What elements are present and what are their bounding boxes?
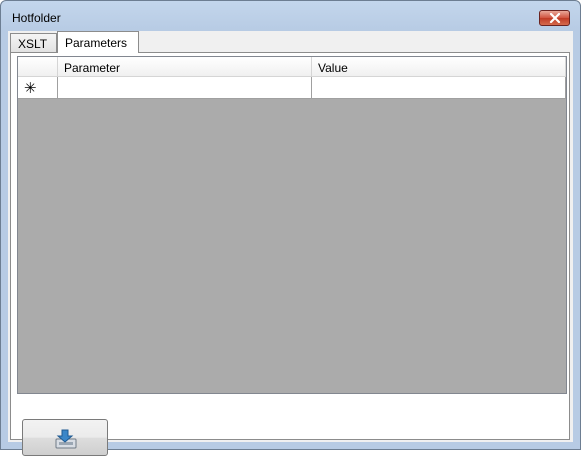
hotfolder-window: Hotfolder XSLT Parameters Parameter Valu… [0, 0, 581, 456]
new-row-header[interactable]: ✳ [18, 77, 58, 99]
import-button[interactable] [22, 419, 108, 456]
column-header-value[interactable]: Value [312, 57, 566, 77]
tab-xslt-label: XSLT [18, 37, 48, 51]
cell-value[interactable] [312, 77, 566, 99]
window-title: Hotfolder [12, 11, 61, 25]
cell-parameter[interactable] [58, 77, 312, 99]
import-icon [55, 429, 77, 449]
column-header-parameter-label: Parameter [64, 61, 121, 75]
parameters-grid[interactable]: Parameter Value ✳ [17, 56, 567, 394]
new-row-marker: ✳ [24, 80, 37, 97]
tab-parameters-label: Parameters [65, 36, 128, 50]
close-icon [549, 13, 561, 23]
tab-xslt[interactable]: XSLT [10, 33, 57, 52]
column-header-parameter[interactable]: Parameter [58, 57, 312, 77]
close-button[interactable] [539, 10, 570, 26]
title-bar[interactable]: Hotfolder [1, 1, 580, 31]
tab-parameters[interactable]: Parameters [57, 31, 139, 53]
column-header-value-label: Value [318, 61, 348, 75]
window-content: XSLT Parameters Parameter Value ✳ [8, 31, 573, 456]
parameters-tab-panel: Parameter Value ✳ [10, 52, 570, 456]
grid-corner-header[interactable] [18, 57, 58, 77]
